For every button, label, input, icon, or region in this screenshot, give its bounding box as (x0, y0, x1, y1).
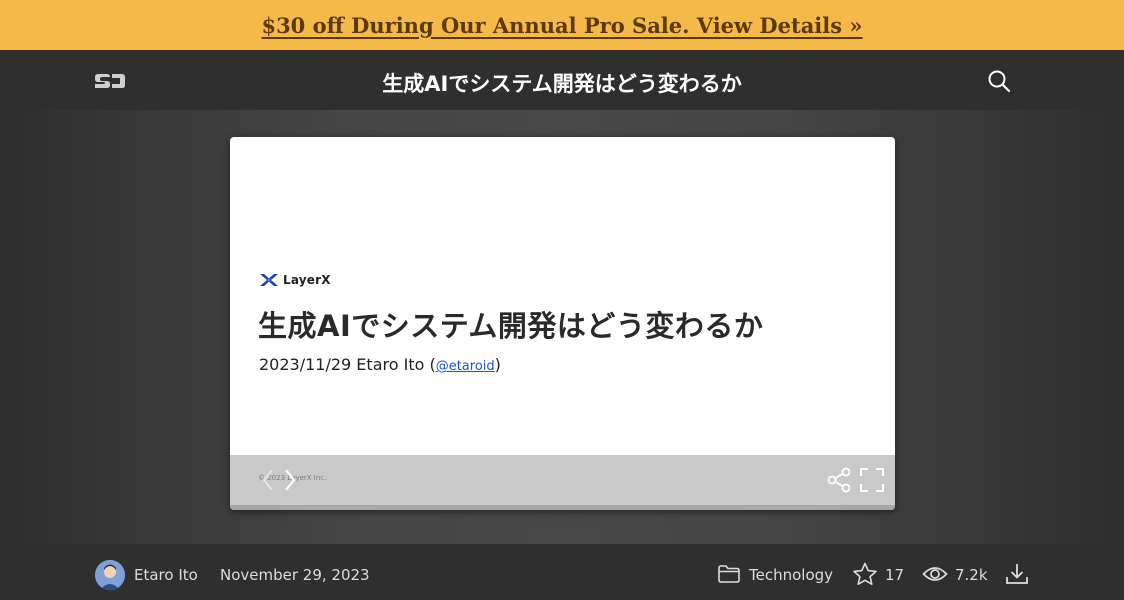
avatar[interactable] (95, 560, 125, 590)
avatar-image-icon (95, 560, 125, 590)
download-icon[interactable] (1004, 561, 1030, 587)
page-title: 生成AIでシステム開発はどう変わるか (382, 72, 742, 96)
slide-meta-prefix: 2023/11/29 Etaro Ito ( (259, 355, 436, 374)
promo-banner: $30 off During Our Annual Pro Sale. View… (0, 0, 1124, 50)
deck-info-bar: Etaro Ito November 29, 2023 Technology 1… (0, 544, 1124, 600)
layerx-logo-icon (260, 274, 278, 286)
header-bar: 生成AIでシステム開発はどう変わるか (0, 50, 1124, 110)
slide-viewer[interactable]: LayerX 生成AIでシステム開発はどう変わるか 2023/11/29 Eta… (230, 137, 895, 510)
star-count: 17 (885, 566, 905, 584)
author-link[interactable]: Etaro Ito (134, 566, 198, 584)
eye-icon (922, 567, 948, 581)
slide-meta: 2023/11/29 Etaro Ito (@etaroid) (259, 355, 501, 374)
folder-icon (718, 565, 740, 583)
slide-author-handle-link[interactable]: @etaroid (436, 359, 495, 374)
slide-progress-track (230, 505, 895, 510)
speakerdeck-logo-icon[interactable] (93, 70, 127, 92)
slide-brand-name: LayerX (283, 273, 331, 287)
slide-nav-arrows-icon[interactable] (256, 466, 302, 494)
fullscreen-icon[interactable] (858, 466, 886, 494)
publish-date: November 29, 2023 (220, 566, 370, 584)
slide-meta-suffix: ) (494, 355, 501, 374)
star-icon[interactable] (852, 562, 878, 586)
slide-stage: LayerX 生成AIでシステム開発はどう変わるか 2023/11/29 Eta… (0, 110, 1124, 544)
slide-controls: © 2023 LayerX Inc. (230, 455, 895, 505)
view-count: 7.2k (955, 566, 988, 584)
promo-link[interactable]: $30 off During Our Annual Pro Sale. View… (261, 13, 862, 38)
slide-brand: LayerX (259, 272, 331, 288)
slide-heading: 生成AIでシステム開発はどう変わるか (258, 309, 764, 343)
category-link[interactable]: Technology (749, 566, 833, 584)
share-icon[interactable] (826, 466, 854, 494)
search-icon[interactable] (986, 68, 1012, 94)
